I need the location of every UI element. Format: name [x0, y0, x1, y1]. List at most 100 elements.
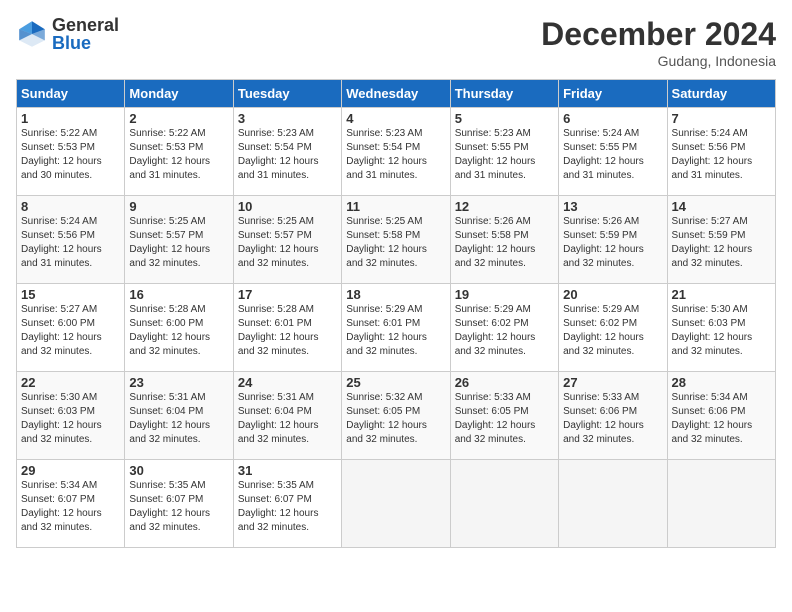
table-cell: 16Sunrise: 5:28 AMSunset: 6:00 PMDayligh… [125, 284, 233, 372]
day-number: 17 [238, 287, 337, 302]
table-cell: 13Sunrise: 5:26 AMSunset: 5:59 PMDayligh… [559, 196, 667, 284]
day-info: Sunrise: 5:30 AMSunset: 6:03 PMDaylight:… [21, 391, 120, 447]
day-number: 26 [455, 375, 554, 390]
day-info: Sunrise: 5:29 AMSunset: 6:02 PMDaylight:… [563, 303, 662, 359]
table-cell: 12Sunrise: 5:26 AMSunset: 5:58 PMDayligh… [450, 196, 558, 284]
table-cell: 19Sunrise: 5:29 AMSunset: 6:02 PMDayligh… [450, 284, 558, 372]
table-cell: 21Sunrise: 5:30 AMSunset: 6:03 PMDayligh… [667, 284, 775, 372]
day-number: 13 [563, 199, 662, 214]
calendar-table: Sunday Monday Tuesday Wednesday Thursday… [16, 79, 776, 548]
day-info: Sunrise: 5:24 AMSunset: 5:56 PMDaylight:… [21, 215, 120, 271]
day-number: 28 [672, 375, 771, 390]
day-info: Sunrise: 5:35 AMSunset: 6:07 PMDaylight:… [238, 479, 337, 535]
logo: General Blue [16, 16, 119, 52]
table-cell: 25Sunrise: 5:32 AMSunset: 6:05 PMDayligh… [342, 372, 450, 460]
day-number: 6 [563, 111, 662, 126]
day-number: 4 [346, 111, 445, 126]
table-cell: 11Sunrise: 5:25 AMSunset: 5:58 PMDayligh… [342, 196, 450, 284]
table-cell: 10Sunrise: 5:25 AMSunset: 5:57 PMDayligh… [233, 196, 341, 284]
table-cell: 28Sunrise: 5:34 AMSunset: 6:06 PMDayligh… [667, 372, 775, 460]
day-number: 23 [129, 375, 228, 390]
day-info: Sunrise: 5:33 AMSunset: 6:05 PMDaylight:… [455, 391, 554, 447]
day-number: 29 [21, 463, 120, 478]
day-number: 16 [129, 287, 228, 302]
table-cell: 18Sunrise: 5:29 AMSunset: 6:01 PMDayligh… [342, 284, 450, 372]
day-info: Sunrise: 5:26 AMSunset: 5:58 PMDaylight:… [455, 215, 554, 271]
day-info: Sunrise: 5:25 AMSunset: 5:58 PMDaylight:… [346, 215, 445, 271]
day-number: 10 [238, 199, 337, 214]
table-cell: 31Sunrise: 5:35 AMSunset: 6:07 PMDayligh… [233, 460, 341, 548]
day-info: Sunrise: 5:34 AMSunset: 6:07 PMDaylight:… [21, 479, 120, 535]
day-number: 7 [672, 111, 771, 126]
header-sunday: Sunday [17, 80, 125, 108]
day-info: Sunrise: 5:31 AMSunset: 6:04 PMDaylight:… [129, 391, 228, 447]
header-thursday: Thursday [450, 80, 558, 108]
day-number: 12 [455, 199, 554, 214]
table-cell: 14Sunrise: 5:27 AMSunset: 5:59 PMDayligh… [667, 196, 775, 284]
day-info: Sunrise: 5:27 AMSunset: 5:59 PMDaylight:… [672, 215, 771, 271]
table-cell: 17Sunrise: 5:28 AMSunset: 6:01 PMDayligh… [233, 284, 341, 372]
day-number: 15 [21, 287, 120, 302]
day-info: Sunrise: 5:28 AMSunset: 6:00 PMDaylight:… [129, 303, 228, 359]
day-info: Sunrise: 5:23 AMSunset: 5:54 PMDaylight:… [238, 127, 337, 183]
logo-text: General Blue [52, 16, 119, 52]
day-number: 2 [129, 111, 228, 126]
day-info: Sunrise: 5:26 AMSunset: 5:59 PMDaylight:… [563, 215, 662, 271]
day-number: 27 [563, 375, 662, 390]
day-info: Sunrise: 5:29 AMSunset: 6:02 PMDaylight:… [455, 303, 554, 359]
day-number: 30 [129, 463, 228, 478]
table-cell: 26Sunrise: 5:33 AMSunset: 6:05 PMDayligh… [450, 372, 558, 460]
day-info: Sunrise: 5:23 AMSunset: 5:54 PMDaylight:… [346, 127, 445, 183]
table-cell: 3Sunrise: 5:23 AMSunset: 5:54 PMDaylight… [233, 108, 341, 196]
table-cell [450, 460, 558, 548]
day-number: 8 [21, 199, 120, 214]
table-cell: 23Sunrise: 5:31 AMSunset: 6:04 PMDayligh… [125, 372, 233, 460]
day-info: Sunrise: 5:30 AMSunset: 6:03 PMDaylight:… [672, 303, 771, 359]
page-header: General Blue December 2024 Gudang, Indon… [16, 16, 776, 69]
table-cell: 1Sunrise: 5:22 AMSunset: 5:53 PMDaylight… [17, 108, 125, 196]
table-cell: 8Sunrise: 5:24 AMSunset: 5:56 PMDaylight… [17, 196, 125, 284]
day-info: Sunrise: 5:23 AMSunset: 5:55 PMDaylight:… [455, 127, 554, 183]
day-number: 1 [21, 111, 120, 126]
day-number: 14 [672, 199, 771, 214]
table-cell [667, 460, 775, 548]
day-info: Sunrise: 5:25 AMSunset: 5:57 PMDaylight:… [238, 215, 337, 271]
header-friday: Friday [559, 80, 667, 108]
title-block: December 2024 Gudang, Indonesia [541, 16, 776, 69]
logo-blue: Blue [52, 34, 119, 52]
logo-general: General [52, 16, 119, 34]
logo-icon [16, 18, 48, 50]
calendar-header-row: Sunday Monday Tuesday Wednesday Thursday… [17, 80, 776, 108]
week-row-3: 15Sunrise: 5:27 AMSunset: 6:00 PMDayligh… [17, 284, 776, 372]
header-monday: Monday [125, 80, 233, 108]
table-cell: 30Sunrise: 5:35 AMSunset: 6:07 PMDayligh… [125, 460, 233, 548]
day-info: Sunrise: 5:35 AMSunset: 6:07 PMDaylight:… [129, 479, 228, 535]
table-cell: 4Sunrise: 5:23 AMSunset: 5:54 PMDaylight… [342, 108, 450, 196]
day-number: 25 [346, 375, 445, 390]
day-info: Sunrise: 5:27 AMSunset: 6:00 PMDaylight:… [21, 303, 120, 359]
day-info: Sunrise: 5:22 AMSunset: 5:53 PMDaylight:… [21, 127, 120, 183]
table-cell [559, 460, 667, 548]
day-number: 31 [238, 463, 337, 478]
day-number: 9 [129, 199, 228, 214]
day-number: 11 [346, 199, 445, 214]
day-info: Sunrise: 5:29 AMSunset: 6:01 PMDaylight:… [346, 303, 445, 359]
week-row-2: 8Sunrise: 5:24 AMSunset: 5:56 PMDaylight… [17, 196, 776, 284]
day-info: Sunrise: 5:24 AMSunset: 5:55 PMDaylight:… [563, 127, 662, 183]
day-info: Sunrise: 5:24 AMSunset: 5:56 PMDaylight:… [672, 127, 771, 183]
day-number: 22 [21, 375, 120, 390]
location: Gudang, Indonesia [541, 53, 776, 69]
day-number: 21 [672, 287, 771, 302]
day-number: 19 [455, 287, 554, 302]
day-number: 5 [455, 111, 554, 126]
day-info: Sunrise: 5:22 AMSunset: 5:53 PMDaylight:… [129, 127, 228, 183]
week-row-4: 22Sunrise: 5:30 AMSunset: 6:03 PMDayligh… [17, 372, 776, 460]
header-wednesday: Wednesday [342, 80, 450, 108]
month-title: December 2024 [541, 16, 776, 53]
header-tuesday: Tuesday [233, 80, 341, 108]
table-cell: 29Sunrise: 5:34 AMSunset: 6:07 PMDayligh… [17, 460, 125, 548]
day-info: Sunrise: 5:33 AMSunset: 6:06 PMDaylight:… [563, 391, 662, 447]
table-cell: 15Sunrise: 5:27 AMSunset: 6:00 PMDayligh… [17, 284, 125, 372]
header-saturday: Saturday [667, 80, 775, 108]
week-row-5: 29Sunrise: 5:34 AMSunset: 6:07 PMDayligh… [17, 460, 776, 548]
